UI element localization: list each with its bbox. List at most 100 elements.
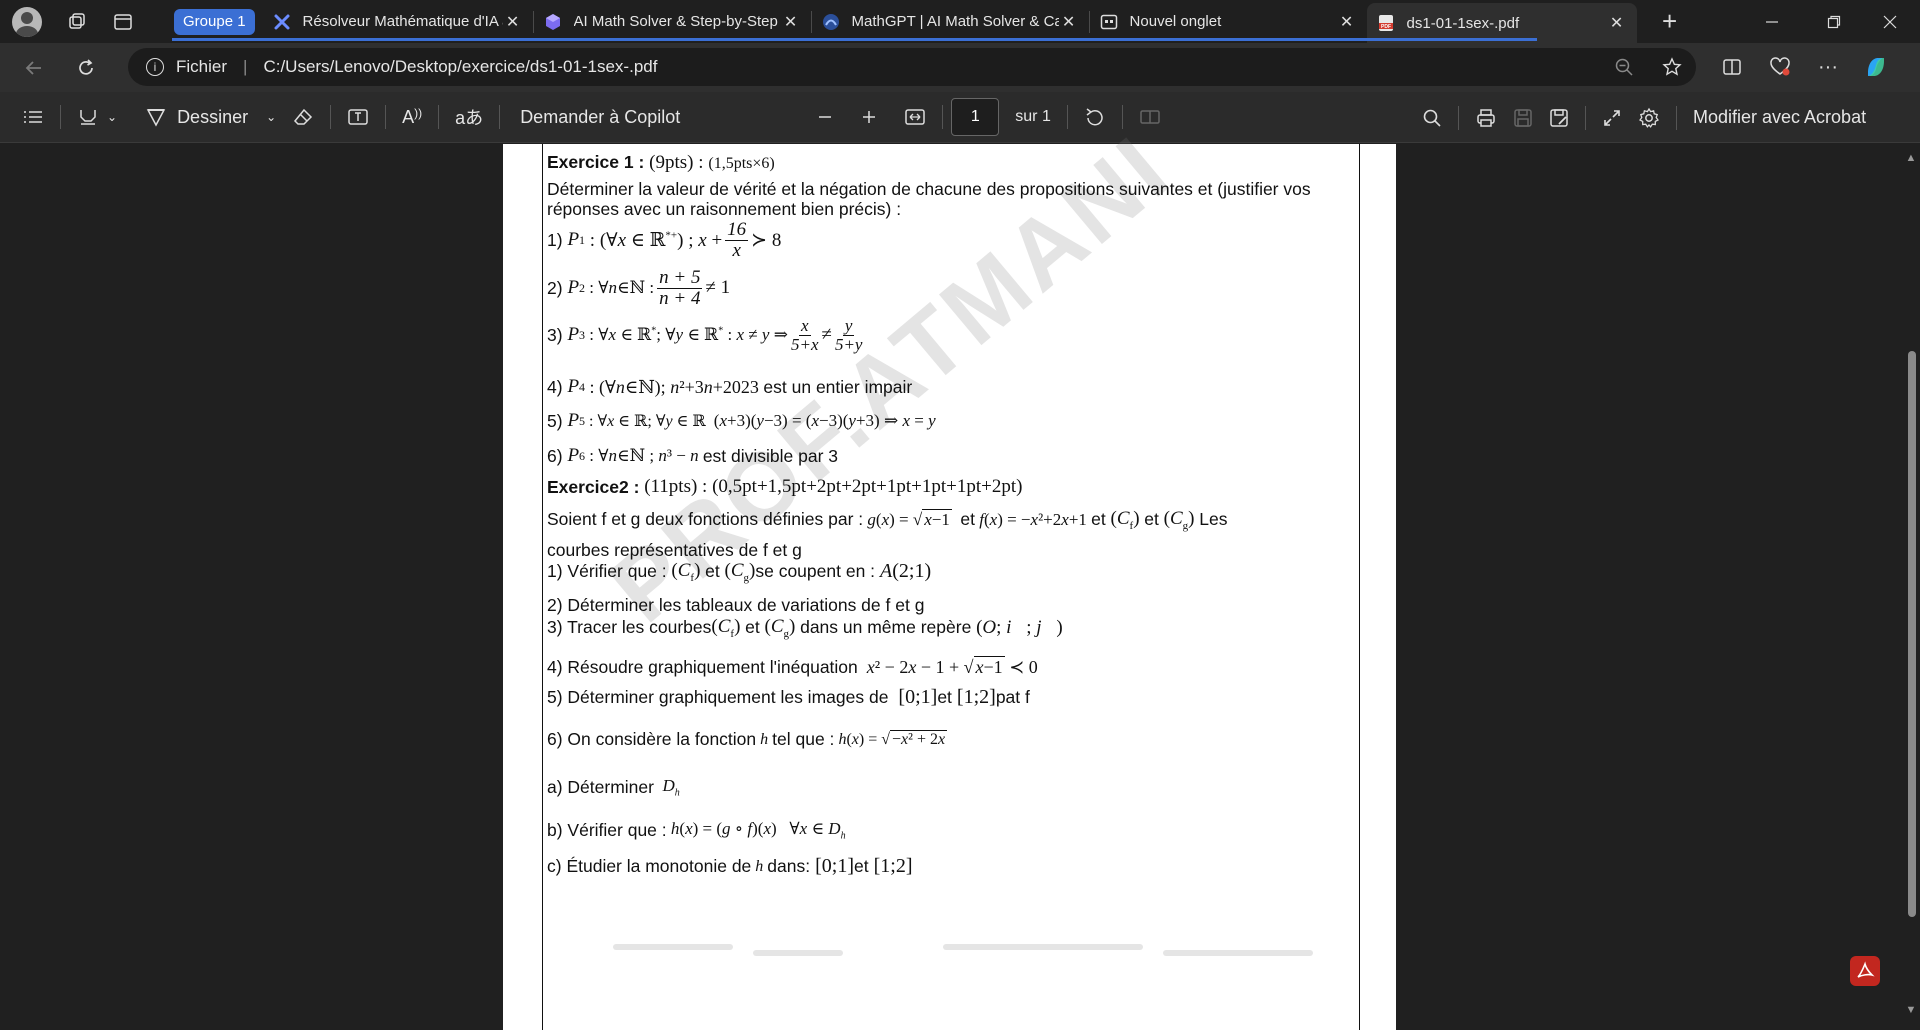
scroll-up-arrow-icon[interactable]: ▲ xyxy=(1905,152,1917,164)
question-text: 3) Tracer les courbes xyxy=(547,617,712,638)
text-box-icon[interactable] xyxy=(339,92,377,143)
question-text: 6) On considère la fonction xyxy=(547,729,757,749)
exercise-2-points: (11pts) : xyxy=(644,476,708,497)
highlight-icon[interactable]: ⌄ xyxy=(69,92,125,143)
address-scheme-label: Fichier xyxy=(176,57,228,76)
pdf-viewer xyxy=(0,144,1920,1030)
tab-strip: Groupe 1 Résolveur Mathématique d'IA à ✕… xyxy=(0,0,1920,43)
scrollbar-thumb[interactable] xyxy=(1908,351,1916,917)
contents-list-icon[interactable] xyxy=(14,92,52,143)
info-icon[interactable]: i xyxy=(146,58,164,76)
toolbar-separator xyxy=(1585,105,1586,130)
tab-pdf-active[interactable]: PDF ds1-01-1sex-.pdf ✕ xyxy=(1366,3,1637,43)
fullscreen-icon[interactable] xyxy=(1594,92,1630,143)
chevron-down-icon[interactable]: ⌄ xyxy=(266,110,276,124)
zoom-icon[interactable] xyxy=(1600,49,1648,85)
close-tab-icon[interactable]: ✕ xyxy=(1337,12,1357,32)
toolbar-separator xyxy=(1121,105,1123,129)
tab-actions-icon[interactable] xyxy=(112,11,134,33)
page-number-input[interactable]: 1 xyxy=(951,98,1000,136)
address-url[interactable]: C:/Users/Lenovo/Desktop/exercice/ds1-01-… xyxy=(263,57,657,77)
edit-with-acrobat-button[interactable]: Modifier avec Acrobat xyxy=(1685,92,1874,143)
print-icon[interactable] xyxy=(1467,92,1505,143)
svg-text:PDF: PDF xyxy=(1381,24,1391,30)
zoom-out-icon[interactable] xyxy=(808,92,842,143)
question-4: 4) Résoudre graphiquement l'inéquation x… xyxy=(547,656,1038,677)
acrobat-icon[interactable] xyxy=(1850,956,1880,986)
tab-math-solver[interactable]: Résolveur Mathématique d'IA à ✕ xyxy=(263,0,533,43)
tab-mathgpt[interactable]: MathGPT | AI Math Solver & Calc ✕ xyxy=(812,0,1089,43)
read-aloud-icon[interactable]: A)) xyxy=(394,92,430,143)
save-icon[interactable] xyxy=(1505,92,1541,143)
restore-button[interactable] xyxy=(1804,0,1864,43)
pdf-toolbar: ⌄ Dessiner ⌄ A)) aあ Demander à Copilot 1… xyxy=(0,92,1920,143)
fit-page-icon[interactable] xyxy=(896,92,934,143)
tab-title: Résolveur Mathématique d'IA à xyxy=(302,13,503,30)
scan-artifact xyxy=(943,944,1143,950)
p4-text: est un entier impair xyxy=(763,376,913,397)
exercise-2-intro: Soient f et g deux fonctions définies pa… xyxy=(547,508,1228,532)
close-tab-icon[interactable]: ✕ xyxy=(1059,12,1079,32)
settings-gear-icon[interactable] xyxy=(1630,92,1668,143)
browser-essentials-icon[interactable] xyxy=(1756,49,1804,85)
back-button[interactable] xyxy=(16,50,52,86)
close-window-button[interactable] xyxy=(1860,0,1920,43)
proposition-p2: 2) P2 : ∀n∈ℕ : n + 5n + 4 ≠ 1 xyxy=(547,267,731,309)
mathgpt-icon xyxy=(822,13,840,31)
search-icon[interactable] xyxy=(1414,92,1450,143)
question-5: 5) Déterminer graphiquement les images d… xyxy=(547,686,1030,708)
translate-icon[interactable]: aあ xyxy=(447,92,491,143)
zoom-in-icon[interactable] xyxy=(852,92,886,143)
proposition-p3: 3) P3 : ∀x ∈ ℝ*; ∀y ∈ ℝ* : x ≠ y ⇒ x 5+x … xyxy=(547,316,863,354)
tab-title: ds1-01-1sex-.pdf xyxy=(1406,14,1520,32)
rotate-icon[interactable] xyxy=(1076,92,1114,143)
close-tab-icon[interactable]: ✕ xyxy=(1607,13,1627,33)
exercise-2-header: Exercice2 : (11pts) : (0,5pt+1,5pt+2pt+2… xyxy=(547,476,1023,498)
scroll-down-arrow-icon[interactable]: ▼ xyxy=(1905,1004,1917,1016)
address-row: i Fichier | C:/Users/Lenovo/Desktop/exer… xyxy=(0,43,1920,92)
question-1: 1) Vérifier que : (Cf) et (Cg) se coupen… xyxy=(547,560,932,584)
ask-copilot-button[interactable]: Demander à Copilot xyxy=(512,92,688,143)
page-view-icon[interactable] xyxy=(1131,92,1169,143)
favorite-star-icon[interactable] xyxy=(1648,49,1696,85)
draw-button[interactable]: Dessiner ⌄ xyxy=(137,92,284,143)
cube-icon xyxy=(544,13,562,31)
refresh-button[interactable] xyxy=(68,50,104,86)
tab-nouvel-onglet[interactable]: Nouvel onglet ✕ xyxy=(1090,0,1367,43)
more-options-icon[interactable]: ··· xyxy=(1804,49,1852,85)
exercise-1-detail: (1,5pts×6) xyxy=(708,155,775,172)
question-text: se coupent en : xyxy=(755,561,876,582)
copilot-icon[interactable] xyxy=(1852,49,1900,85)
intro-text: et xyxy=(1091,509,1106,530)
proposition-p4: 4) P4 : (∀n∈ℕ); n²+3n+2023 est un entier… xyxy=(547,376,913,397)
new-tab-button[interactable]: + xyxy=(1655,6,1685,37)
save-as-icon[interactable] xyxy=(1541,92,1577,143)
scan-artifact xyxy=(753,950,843,956)
tab-group-label[interactable]: Groupe 1 xyxy=(174,8,255,35)
exercise-2-detail: (0,5pt+1,5pt+2pt+2pt+1pt+1pt+1pt+2pt) xyxy=(712,476,1023,497)
proposition-p6: 6) P6 : ∀n∈ℕ ; n³ − n est divisible par … xyxy=(547,445,839,466)
question-text: dans: xyxy=(767,856,811,876)
question-text: et xyxy=(705,561,720,582)
address-bar[interactable]: i Fichier | C:/Users/Lenovo/Desktop/exer… xyxy=(128,48,1696,86)
new-tab-page-icon xyxy=(1100,13,1118,31)
exercise-1-header: Exercice 1 : (9pts) : (1,5pts×6) xyxy=(547,152,775,174)
chevron-down-icon[interactable]: ⌄ xyxy=(107,110,117,124)
close-tab-icon[interactable]: ✕ xyxy=(503,12,523,32)
question-6c: c) Étudier la monotonie de h dans: [0;1]… xyxy=(547,855,913,877)
profile-avatar[interactable] xyxy=(12,6,42,37)
minimize-button[interactable] xyxy=(1742,0,1802,43)
toolbar-separator xyxy=(1458,105,1459,130)
question-text: b) Vérifier que : xyxy=(547,819,667,840)
close-tab-icon[interactable]: ✕ xyxy=(781,12,801,32)
workspaces-icon[interactable] xyxy=(66,11,88,33)
tab-title: AI Math Solver & Step-by-Step xyxy=(573,13,778,30)
question-6: 6) On considère la fonction h tel que : … xyxy=(547,729,948,749)
exercise-2-title: Exercice2 : xyxy=(547,476,640,497)
question-3: 3) Tracer les courbes (Cf) et (Cg) dans … xyxy=(547,616,1063,640)
tab-ai-math-solver[interactable]: AI Math Solver & Step-by-Step ✕ xyxy=(534,0,811,43)
eraser-icon[interactable] xyxy=(284,92,322,143)
split-screen-icon[interactable] xyxy=(1708,49,1756,85)
math-solver-icon xyxy=(273,13,291,31)
exercise-2-intro: courbes représentatives de f et g xyxy=(547,540,802,560)
